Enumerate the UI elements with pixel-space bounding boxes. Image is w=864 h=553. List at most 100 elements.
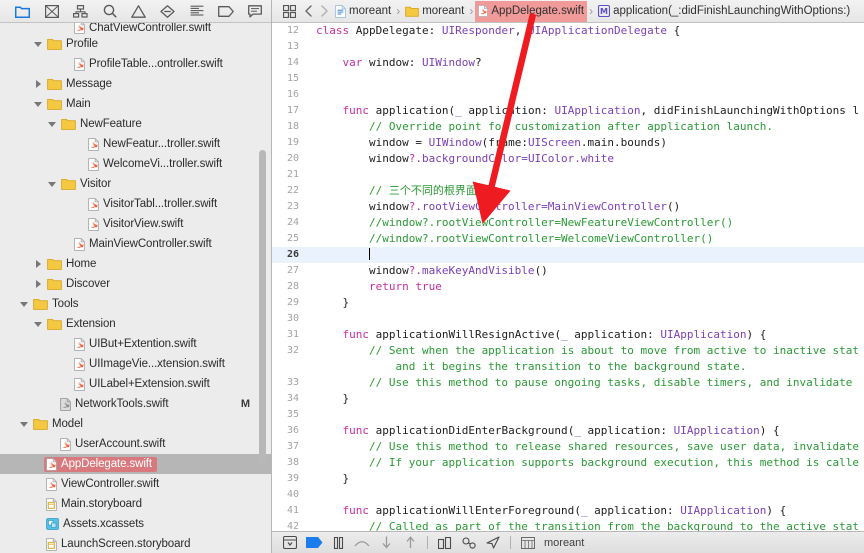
- navigator-row[interactable]: UIImageVie...xtension.swift: [0, 354, 271, 374]
- navigator-row[interactable]: Main.storyboard: [0, 494, 271, 514]
- navigator-row[interactable]: Model: [0, 414, 271, 434]
- navigator-scrollbar[interactable]: [259, 150, 266, 465]
- code-line[interactable]: 13: [272, 39, 864, 55]
- code-line[interactable]: 33 // Use this method to pause ongoing t…: [272, 375, 864, 391]
- navigator-row[interactable]: NetworkTools.swift M: [0, 394, 271, 414]
- debug-memory-graph-icon[interactable]: [457, 533, 481, 553]
- navigator-row-label: UserAccount.swift: [75, 438, 166, 450]
- navigator-row[interactable]: Tools: [0, 294, 271, 314]
- pause-icon[interactable]: [326, 533, 350, 553]
- source-control-navigator-icon[interactable]: [37, 1, 66, 22]
- code-line[interactable]: 42 // Called as part of the transition f…: [272, 519, 864, 531]
- breakpoint-navigator-icon[interactable]: [211, 1, 240, 22]
- debug-view-hierarchy-icon[interactable]: [433, 533, 457, 553]
- navigator-file-tree[interactable]: ChatViewController.swift Profile ProfileTa…: [0, 23, 271, 553]
- code-line[interactable]: 35: [272, 407, 864, 423]
- related-items-icon[interactable]: [278, 1, 300, 22]
- disclosure-triangle-open-icon[interactable]: [32, 41, 44, 47]
- breadcrumb-item[interactable]: moreant: [402, 1, 467, 22]
- report-navigator-icon[interactable]: [240, 1, 269, 22]
- code-line[interactable]: 38 // If your application supports backg…: [272, 455, 864, 471]
- step-out-icon[interactable]: [398, 533, 422, 553]
- disclosure-triangle-open-icon[interactable]: [18, 301, 30, 307]
- navigator-row[interactable]: NewFeature: [0, 114, 271, 134]
- code-line[interactable]: 16: [272, 87, 864, 103]
- disclosure-triangle-closed-icon[interactable]: [32, 260, 44, 268]
- navigator-row[interactable]: Assets.xcassets: [0, 514, 271, 534]
- disclosure-triangle-open-icon[interactable]: [32, 101, 44, 107]
- disclosure-triangle-closed-icon[interactable]: [32, 280, 44, 288]
- code-line[interactable]: 39 }: [272, 471, 864, 487]
- code-line[interactable]: 27 window?.makeKeyAndVisible(): [272, 263, 864, 279]
- code-token: window =: [316, 136, 429, 149]
- navigator-row[interactable]: NewFeatur...troller.swift: [0, 134, 271, 154]
- breadcrumb-item[interactable]: Mapplication(_:didFinishLaunchingWithOpt…: [595, 1, 853, 22]
- code-line[interactable]: 32 // Sent when the application is about…: [272, 343, 864, 359]
- navigator-row[interactable]: ViewController.swift: [0, 474, 271, 494]
- go-forward-button[interactable]: [316, 1, 332, 22]
- project-navigator-icon[interactable]: [8, 1, 37, 22]
- hide-debug-area-icon[interactable]: [278, 533, 302, 553]
- breakpoint-toggle-icon[interactable]: [302, 533, 326, 553]
- navigator-row[interactable]: UILabel+Extension.swift: [0, 374, 271, 394]
- navigator-row[interactable]: VisitorView.swift: [0, 214, 271, 234]
- code-line[interactable]: 18 // Override point for customization a…: [272, 119, 864, 135]
- go-back-button[interactable]: [300, 1, 316, 22]
- code-line[interactable]: 14 var window: UIWindow?: [272, 55, 864, 71]
- disclosure-triangle-closed-icon[interactable]: [32, 80, 44, 88]
- breadcrumb-item[interactable]: moreant: [332, 1, 394, 22]
- code-line[interactable]: 28 return true: [272, 279, 864, 295]
- navigator-row[interactable]: MainViewController.swift: [0, 234, 271, 254]
- code-line[interactable]: 40: [272, 487, 864, 503]
- disclosure-triangle-open-icon[interactable]: [46, 181, 58, 187]
- navigator-row[interactable]: VisitorTabl...troller.swift: [0, 194, 271, 214]
- find-navigator-icon[interactable]: [95, 1, 124, 22]
- code-line[interactable]: 17 func application(_ application: UIApp…: [272, 103, 864, 119]
- code-line[interactable]: 19 window = UIWindow(frame:UIScreen.main…: [272, 135, 864, 151]
- navigator-row[interactable]: ChatViewController.swift: [0, 23, 271, 34]
- disclosure-triangle-open-icon[interactable]: [18, 421, 30, 427]
- step-into-icon[interactable]: [374, 533, 398, 553]
- navigator-row[interactable]: UIBut+Extention.swift: [0, 334, 271, 354]
- navigator-row[interactable]: Discover: [0, 274, 271, 294]
- test-navigator-icon[interactable]: [153, 1, 182, 22]
- debug-navigator-icon[interactable]: [182, 1, 211, 22]
- code-line[interactable]: and it begins the transition to the back…: [272, 359, 864, 375]
- code-line[interactable]: 25 //window?.rootViewController=WelcomeV…: [272, 231, 864, 247]
- navigator-row[interactable]: Message: [0, 74, 271, 94]
- code-line[interactable]: 41 func applicationWillEnterForeground(_…: [272, 503, 864, 519]
- step-over-icon[interactable]: [350, 533, 374, 553]
- code-line[interactable]: 24 //window?.rootViewController=NewFeatu…: [272, 215, 864, 231]
- code-line[interactable]: 30: [272, 311, 864, 327]
- navigator-row[interactable]: Profile: [0, 34, 271, 54]
- simulate-location-icon[interactable]: [481, 533, 505, 553]
- code-line[interactable]: 20 window?.backgroundColor=UIColor.white: [272, 151, 864, 167]
- code-line[interactable]: 29 }: [272, 295, 864, 311]
- process-grid-icon[interactable]: [516, 533, 540, 553]
- navigator-row[interactable]: LaunchScreen.storyboard: [0, 534, 271, 553]
- navigator-row-selected[interactable]: AppDelegate.swift: [0, 454, 271, 474]
- issue-navigator-icon[interactable]: [124, 1, 153, 22]
- source-code-editor[interactable]: 12 class AppDelegate: UIResponder, UIAppl…: [272, 23, 864, 531]
- code-line[interactable]: 36 func applicationDidEnterBackground(_ …: [272, 423, 864, 439]
- code-line[interactable]: 31 func applicationWillResignActive(_ ap…: [272, 327, 864, 343]
- symbol-navigator-icon[interactable]: [66, 1, 95, 22]
- code-line-current[interactable]: 26: [272, 247, 864, 263]
- navigator-row[interactable]: Home: [0, 254, 271, 274]
- code-line[interactable]: 34 }: [272, 391, 864, 407]
- code-line[interactable]: 23 window?.rootViewController=MainViewCo…: [272, 199, 864, 215]
- navigator-row[interactable]: WelcomeVi...troller.swift: [0, 154, 271, 174]
- disclosure-triangle-open-icon[interactable]: [32, 321, 44, 327]
- code-line[interactable]: 12 class AppDelegate: UIResponder, UIAppl…: [272, 23, 864, 39]
- navigator-row[interactable]: UserAccount.swift: [0, 434, 271, 454]
- navigator-row[interactable]: Visitor: [0, 174, 271, 194]
- navigator-row[interactable]: Extension: [0, 314, 271, 334]
- navigator-row[interactable]: ProfileTable...ontroller.swift: [0, 54, 271, 74]
- code-line[interactable]: 22 // 三个不同的根界面，: [272, 183, 864, 199]
- navigator-row[interactable]: Main: [0, 94, 271, 114]
- code-line[interactable]: 37 // Use this method to release shared …: [272, 439, 864, 455]
- disclosure-triangle-open-icon[interactable]: [46, 121, 58, 127]
- breadcrumb-item[interactable]: AppDelegate.swift: [475, 0, 588, 22]
- code-line[interactable]: 21: [272, 167, 864, 183]
- code-line[interactable]: 15: [272, 71, 864, 87]
